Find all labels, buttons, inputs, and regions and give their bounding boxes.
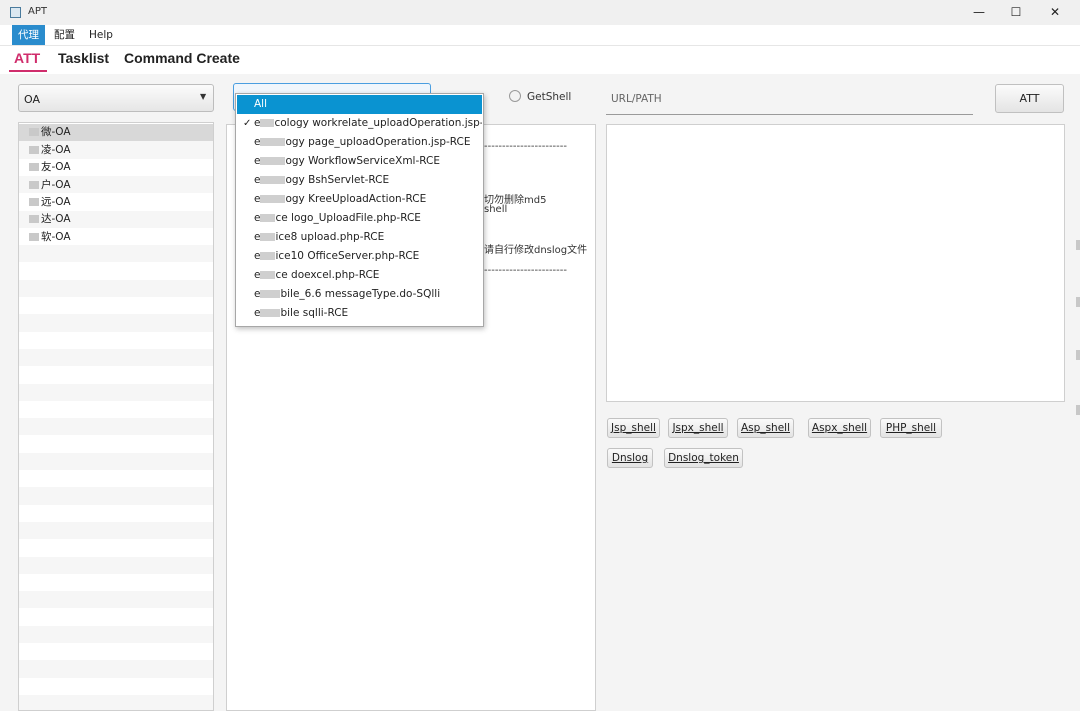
vendor-label: 远-OA: [41, 196, 71, 208]
list-row-stripe: [19, 521, 213, 540]
list-row-stripe: [19, 452, 213, 470]
output-text: 请自行修改dnslog文件: [484, 245, 588, 256]
vendor-label: 微-OA: [41, 126, 71, 138]
chevron-down-icon: ▼: [200, 92, 207, 101]
dropdown-item[interactable]: e ogy BshServlet-RCE: [237, 171, 482, 190]
dropdown-item[interactable]: e ogy page_uploadOperation.jsp-RCE: [237, 133, 482, 152]
list-row-stripe: [19, 418, 213, 436]
category-select-value: OA: [24, 93, 40, 106]
dropdown-item-label: ogy BshServlet-RCE: [285, 174, 390, 186]
list-row-stripe: [19, 279, 213, 297]
close-button[interactable]: ✕: [1041, 3, 1069, 21]
jsp-shell-button[interactable]: Jsp_shell: [607, 418, 660, 438]
maximize-button[interactable]: ☐: [1002, 3, 1030, 21]
list-row-stripe: [19, 314, 213, 332]
vendor-item[interactable]: 户-OA: [19, 177, 213, 194]
dropdown-item[interactable]: e ogy WorkflowServiceXml-RCE: [237, 152, 482, 171]
output-text: shell: [484, 204, 508, 215]
asp-shell-button[interactable]: Asp_shell: [737, 418, 794, 438]
dropdown-item-all[interactable]: All: [237, 95, 482, 114]
url-placeholder: URL/PATH: [611, 93, 662, 105]
dropdown-item-label: ce doexcel.php-RCE: [275, 269, 380, 281]
tab-tasklist[interactable]: Tasklist: [58, 50, 109, 66]
tab-command-create[interactable]: Command Create: [124, 50, 240, 66]
vendor-item[interactable]: 凌-OA: [19, 142, 213, 159]
getshell-label: GetShell: [527, 91, 572, 103]
dropdown-item-label: ice8 upload.php-RCE: [275, 231, 385, 243]
dropdown-item-label: ogy page_uploadOperation.jsp-RCE: [285, 136, 471, 148]
dropdown-item[interactable]: e ice10 OfficeServer.php-RCE: [237, 247, 482, 266]
dropdown-item-label: ogy KreeUploadAction-RCE: [285, 193, 427, 205]
dropdown-item[interactable]: e ce doexcel.php-RCE: [237, 266, 482, 285]
background-window-fragment: [1076, 350, 1080, 360]
vendor-label: 软-OA: [41, 231, 71, 243]
background-window-fragment: [1076, 297, 1080, 307]
tab-att[interactable]: ATT: [14, 50, 40, 66]
menu-bar: [0, 25, 1080, 46]
vendor-label: 达-OA: [41, 213, 71, 225]
list-row-stripe: [19, 591, 213, 609]
php-shell-button[interactable]: PHP_shell: [880, 418, 942, 438]
dropdown-item-label: ogy WorkflowServiceXml-RCE: [285, 155, 440, 167]
title-bar: [0, 0, 1080, 25]
menu-help[interactable]: Help: [83, 25, 119, 45]
window-title: APT: [28, 6, 47, 17]
minimize-button[interactable]: —: [965, 3, 993, 21]
list-row-stripe: [19, 487, 213, 505]
category-select[interactable]: [18, 84, 214, 112]
output-text: -----------------------: [484, 265, 567, 276]
list-row-stripe: [19, 625, 213, 643]
vendor-label: 友-OA: [41, 161, 71, 173]
jspx-shell-button[interactable]: Jspx_shell: [668, 418, 728, 438]
dropdown-item-label: ice10 OfficeServer.php-RCE: [275, 250, 420, 262]
vendor-item[interactable]: 远-OA: [19, 194, 213, 211]
dropdown-item-label: All: [254, 98, 268, 110]
getshell-radio[interactable]: [509, 90, 521, 102]
vendor-item[interactable]: 软-OA: [19, 229, 213, 246]
list-row-stripe: [19, 556, 213, 574]
app-icon: [10, 7, 21, 18]
aspx-shell-button[interactable]: Aspx_shell: [808, 418, 871, 438]
vendor-label: 户-OA: [41, 179, 71, 191]
list-row-stripe: [19, 660, 213, 678]
dropdown-item[interactable]: e bile_6.6 messageType.do-SQlli: [237, 285, 482, 304]
vendor-list[interactable]: 微-OA 凌-OA 友-OA 户-OA 远-OA 达-OA 软-OA: [18, 122, 214, 711]
active-tab-indicator: [9, 70, 47, 72]
dnslog-token-button[interactable]: Dnslog_token: [664, 448, 743, 468]
dropdown-item-label: bile sqlli-RCE: [280, 307, 349, 319]
list-row-stripe: [19, 694, 213, 710]
dnslog-button[interactable]: Dnslog: [607, 448, 653, 468]
vendor-label: 凌-OA: [41, 144, 71, 156]
dropdown-item-label: cology workrelate_uploadOperation.jsp-RC…: [274, 117, 482, 129]
dropdown-item[interactable]: e ce logo_UploadFile.php-RCE: [237, 209, 482, 228]
dropdown-item[interactable]: e ogy KreeUploadAction-RCE: [237, 190, 482, 209]
att-button[interactable]: ATT: [995, 84, 1064, 113]
dropdown-item-label: bile_6.6 messageType.do-SQlli: [280, 288, 441, 300]
dropdown-item[interactable]: e bile sqlli-RCE: [237, 304, 482, 323]
output-text: -----------------------: [484, 141, 567, 152]
exploit-dropdown-list[interactable]: All ✓ e cology workrelate_uploadOperation.…: [235, 93, 484, 327]
list-row-stripe: [19, 245, 213, 263]
background-window-fragment: [1076, 405, 1080, 415]
menu-config[interactable]: 配置: [48, 25, 81, 45]
list-row-stripe: [19, 348, 213, 367]
list-row-stripe: [19, 383, 213, 401]
vendor-item[interactable]: 达-OA: [19, 211, 213, 228]
payload-textarea[interactable]: [606, 124, 1065, 402]
vendor-item[interactable]: 友-OA: [19, 159, 213, 176]
dropdown-item[interactable]: ✓ e cology workrelate_uploadOperation.jsp-…: [237, 114, 482, 133]
menu-proxy[interactable]: 代理: [12, 25, 45, 45]
checkmark-icon: ✓: [243, 118, 252, 129]
background-window-fragment: [1076, 240, 1080, 250]
dropdown-item-label: ce logo_UploadFile.php-RCE: [275, 212, 421, 224]
dropdown-item[interactable]: e ice8 upload.php-RCE: [237, 228, 482, 247]
vendor-item[interactable]: 微-OA: [19, 124, 213, 142]
